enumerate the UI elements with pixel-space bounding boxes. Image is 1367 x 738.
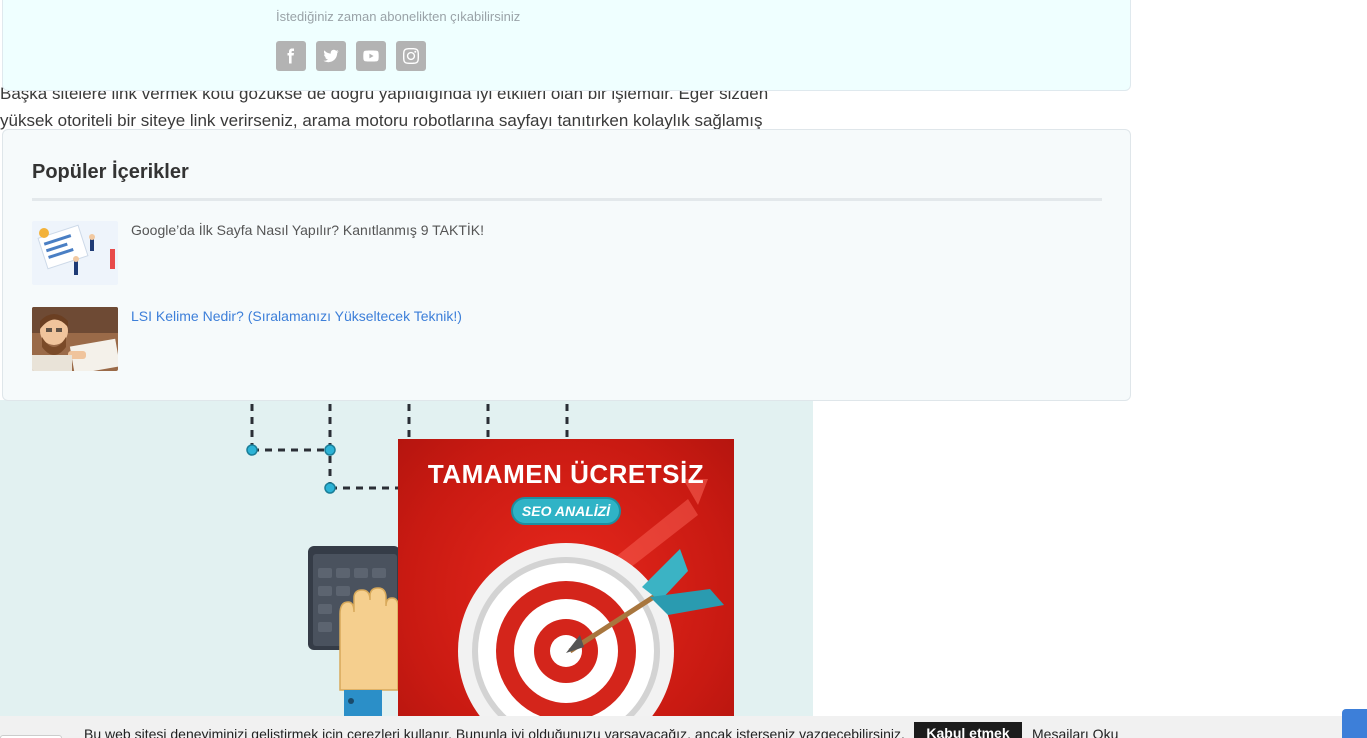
popular-post-item[interactable]: Google’da İlk Sayfa Nasıl Yapılır? Kanıt… — [32, 221, 1102, 285]
divider — [32, 198, 1102, 201]
instagram-icon — [403, 48, 419, 64]
post-thumbnail[interactable] — [32, 221, 118, 285]
popular-post-item[interactable]: LSI Kelime Nedir? (Sıralamanızı Yükselte… — [32, 307, 1102, 371]
popular-title: Popüler İçerikler — [32, 161, 189, 183]
facebook-icon — [287, 48, 294, 64]
cookie-consent-bar: Bu web sitesi deneyiminizi geliştirmek i… — [0, 716, 1367, 738]
ad-badge: SEO ANALİZİ — [511, 497, 621, 525]
facebook-button[interactable] — [276, 41, 306, 71]
scroll-top-button[interactable] — [1342, 709, 1367, 738]
cookie-read-more-link[interactable]: Mesajları Oku — [1032, 726, 1118, 738]
post-title[interactable]: LSI Kelime Nedir? (Sıralamanızı Yükselte… — [131, 308, 462, 371]
post-thumbnail[interactable] — [32, 307, 118, 371]
social-links — [276, 41, 426, 71]
ad-headline: TAMAMEN ÜCRETSİZ — [427, 459, 705, 489]
youtube-button[interactable] — [356, 41, 386, 71]
unsubscribe-note: İstediğiniz zaman abonelikten çıkabilirs… — [276, 9, 521, 24]
youtube-icon — [363, 50, 379, 62]
cookie-accept-button[interactable]: Kabul etmek — [914, 722, 1022, 738]
post-title[interactable]: Google’da İlk Sayfa Nasıl Yapılır? Kanıt… — [131, 222, 484, 285]
instagram-button[interactable] — [396, 41, 426, 71]
newsletter-card: İstediğiniz zaman abonelikten çıkabilirs… — [2, 0, 1131, 91]
seo-analysis-ad[interactable]: TAMAMEN ÜCRETSİZ SEO ANALİZİ — [398, 439, 734, 719]
cookie-message: Bu web sitesi deneyiminizi geliştirmek i… — [84, 726, 905, 738]
twitter-icon — [323, 49, 339, 63]
popular-posts-widget: Popüler İçerikler Google’da İlk Sayfa Na… — [2, 129, 1131, 401]
twitter-button[interactable] — [316, 41, 346, 71]
